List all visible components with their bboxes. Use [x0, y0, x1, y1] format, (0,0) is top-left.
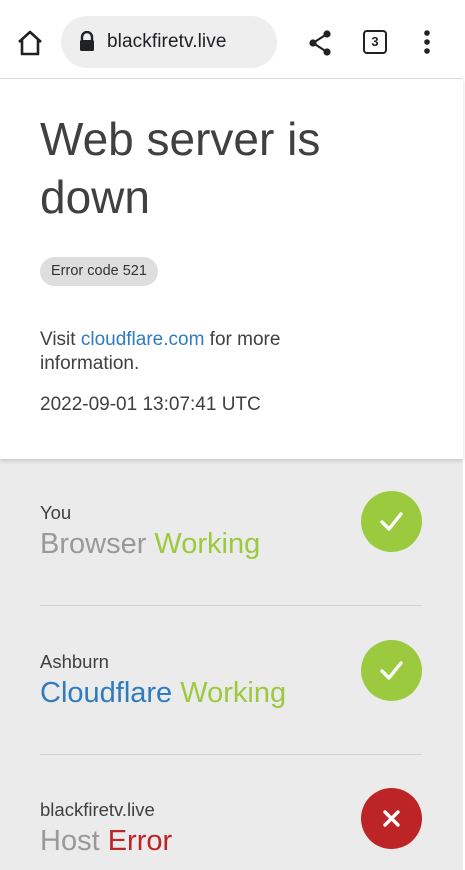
info-text: Visit cloudflare.com for more informatio… — [40, 328, 340, 376]
info-prefix: Visit — [40, 329, 81, 350]
status-location: You — [40, 502, 72, 523]
status-state: Error — [107, 825, 173, 857]
status-service: Cloudflare Working — [40, 677, 286, 710]
status-service-name: Browser — [40, 528, 147, 560]
url-text: blackfiretv.live — [107, 31, 227, 52]
status-service: Host Error — [40, 825, 172, 858]
error-x-icon — [361, 788, 422, 849]
page-title: Web server is down — [40, 113, 321, 223]
status-divider — [40, 754, 422, 755]
status-state: Working — [154, 528, 261, 560]
status-section: You Browser Working Ashburn Cloudflare W… — [0, 459, 463, 870]
lock-icon[interactable] — [78, 30, 96, 53]
status-service-name: Cloudflare — [40, 677, 173, 709]
tab-switcher-button[interactable]: 3 — [363, 30, 387, 54]
cloudflare-link[interactable]: cloudflare.com — [81, 329, 205, 350]
browser-toolbar: blackfiretv.live 3 — [0, 0, 463, 79]
timestamp: 2022-09-01 13:07:41 UTC — [40, 394, 261, 415]
status-service-name: Host — [40, 825, 100, 857]
status-state: Working — [180, 677, 287, 709]
check-icon — [361, 640, 422, 701]
address-bar[interactable]: blackfiretv.live — [61, 16, 277, 68]
check-icon — [361, 491, 422, 552]
status-service: Browser Working — [40, 528, 260, 561]
share-icon[interactable] — [304, 27, 336, 59]
error-card: Web server is down Error code 521 Visit … — [0, 79, 463, 459]
status-location: Ashburn — [40, 651, 109, 672]
error-code-badge: Error code 521 — [40, 257, 158, 286]
status-divider — [40, 605, 422, 606]
home-icon[interactable] — [14, 27, 46, 59]
more-menu-icon[interactable] — [414, 27, 440, 59]
status-location: blackfiretv.live — [40, 799, 155, 820]
